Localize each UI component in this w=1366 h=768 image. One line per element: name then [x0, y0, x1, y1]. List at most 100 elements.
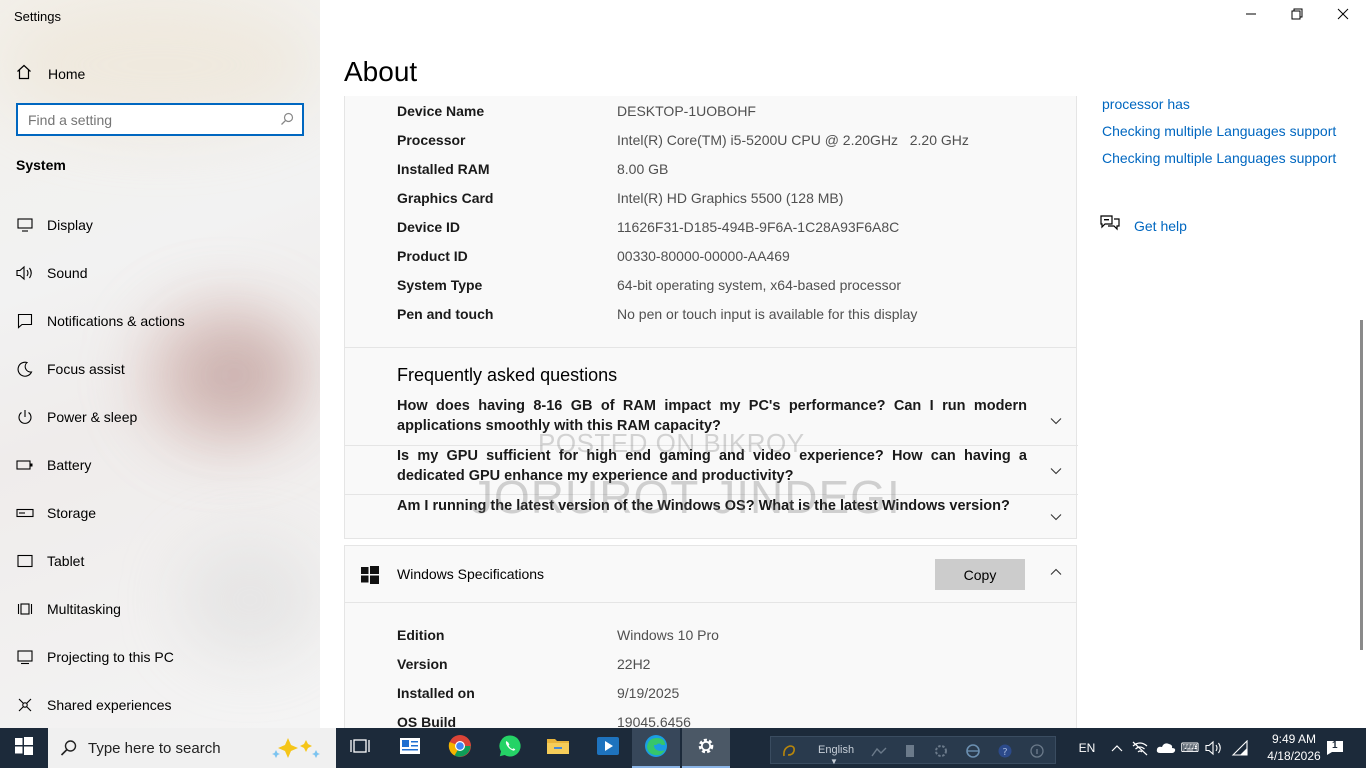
spec-key: Device Name [397, 103, 485, 119]
minimize-button[interactable] [1228, 4, 1274, 28]
taskbar-app-settings[interactable] [682, 728, 730, 768]
spec-value: 22H2 [617, 656, 651, 672]
sidebar-item-label: Sound [47, 265, 88, 281]
section-heading-system: System [16, 157, 66, 173]
sidebar-item-multitasking[interactable]: Multitasking [16, 597, 121, 621]
spec-key: Installed RAM [397, 161, 490, 177]
get-help-label: Get help [1134, 217, 1187, 234]
spec-value: DESKTOP-1UOBOHF [617, 103, 756, 119]
chevron-down-icon[interactable] [1049, 414, 1063, 428]
sidebar-item-sound[interactable]: Sound [16, 261, 87, 285]
taskbar-search-placeholder: Type here to search [88, 739, 221, 757]
taskbar-app-chrome[interactable] [436, 728, 484, 768]
media-player-icon [596, 735, 620, 762]
spec-key: Graphics Card [397, 190, 494, 206]
onedrive-icon[interactable] [1154, 728, 1178, 768]
related-link[interactable]: processor has [1102, 96, 1190, 112]
taskbar: Type here to search English ▼ ? EN ⌨ 9:4… [0, 728, 1366, 768]
windows-specifications-header[interactable]: Windows Specifications Copy [344, 545, 1077, 603]
windows-specifications-body: Edition Windows 10 Pro Version 22H2 Inst… [344, 602, 1077, 730]
sidebar-item-storage[interactable]: Storage [16, 501, 96, 525]
edge-icon [644, 734, 668, 763]
search-highlight-icon [268, 736, 328, 760]
notification-icon: 1 [1326, 740, 1344, 756]
sidebar-item-focus-assist[interactable]: Focus assist [16, 357, 125, 381]
windows-logo-icon [361, 566, 379, 589]
close-button[interactable] [1320, 4, 1366, 28]
close-icon [1337, 7, 1349, 25]
related-link[interactable]: Checking multiple Languages support [1102, 123, 1336, 139]
copy-button[interactable]: Copy [935, 559, 1025, 590]
battery-icon [16, 456, 34, 474]
search-icon [60, 739, 78, 757]
sidebar-item-label: Battery [47, 457, 92, 473]
related-link[interactable]: Checking multiple Languages support [1102, 150, 1336, 166]
spec-value: 64-bit operating system, x64-based proce… [617, 277, 902, 293]
spec-key: Pen and touch [397, 306, 494, 322]
taskbar-app-media[interactable] [584, 728, 632, 768]
restore-button[interactable] [1274, 4, 1320, 28]
focus-assist-icon [16, 360, 34, 378]
wifi-icon[interactable] [1228, 728, 1252, 768]
taskbar-app-whatsapp[interactable] [486, 728, 534, 768]
spec-key: Version [397, 656, 448, 672]
sidebar-item-label: Focus assist [47, 361, 125, 377]
volume-icon[interactable] [1202, 728, 1226, 768]
toolbar-app-icon [781, 743, 797, 764]
watermark-line2: JORUROT JINDEGI [470, 471, 901, 523]
home-nav[interactable]: Home [16, 62, 85, 86]
action-center-button[interactable]: 1 [1320, 728, 1350, 768]
spec-value: 9/19/2025 [617, 685, 680, 701]
taskbar-app-file-explorer[interactable] [534, 728, 582, 768]
sidebar-item-projecting[interactable]: Projecting to this PC [16, 645, 174, 669]
page-title: About [344, 56, 418, 87]
spec-value: Intel(R) HD Graphics 5500 (128 MB) [617, 190, 844, 206]
display-icon [16, 216, 34, 234]
spec-key: System Type [397, 277, 483, 293]
taskbar-app-edge[interactable] [632, 728, 680, 768]
chrome-icon [448, 734, 472, 763]
task-view-button[interactable] [336, 728, 384, 768]
language-toolbar[interactable]: English ▼ ? [770, 736, 1056, 766]
multitasking-icon [16, 600, 34, 618]
sidebar-item-label: Multitasking [47, 601, 121, 617]
chevron-up-icon[interactable] [1049, 565, 1063, 579]
sidebar-item-notifications[interactable]: Notifications & actions [16, 309, 185, 333]
get-help-link[interactable]: Get help [1100, 214, 1187, 237]
sidebar-item-battery[interactable]: Battery [16, 453, 91, 477]
spec-value: Windows 10 Pro [617, 627, 719, 643]
app-title: Settings [14, 9, 61, 24]
sidebar-item-label: Tablet [47, 553, 85, 569]
find-setting-search[interactable] [16, 103, 304, 136]
sidebar-item-label: Shared experiences [47, 697, 172, 713]
faq-title: Frequently asked questions [397, 365, 618, 385]
chevron-down-icon[interactable] [1049, 510, 1063, 524]
sidebar-item-tablet[interactable]: Tablet [16, 549, 84, 573]
show-hidden-icons-button[interactable] [1106, 728, 1128, 768]
find-setting-input[interactable] [18, 111, 268, 128]
home-icon [16, 64, 32, 85]
taskbar-search-box[interactable]: Type here to search [48, 728, 336, 768]
sidebar-item-shared-experiences[interactable]: Shared experiences [16, 693, 172, 717]
spec-key: Device ID [397, 219, 461, 235]
ime-icon[interactable]: ⌨ [1178, 728, 1202, 768]
spec-key: Processor [397, 132, 466, 148]
network-off-icon[interactable] [1128, 728, 1152, 768]
sidebar-item-label: Projecting to this PC [47, 649, 174, 665]
start-button[interactable] [0, 728, 48, 768]
tablet-icon [16, 552, 34, 570]
sidebar-item-label: Storage [47, 505, 97, 521]
sidebar-item-power-sleep[interactable]: Power & sleep [16, 405, 137, 429]
home-label: Home [48, 66, 86, 82]
language-widget-label: English [818, 744, 855, 756]
windows-specifications-title: Windows Specifications [397, 566, 545, 582]
sidebar-item-display[interactable]: Display [16, 213, 93, 237]
folder-icon [546, 736, 570, 761]
taskbar-app-news[interactable] [386, 728, 434, 768]
windows-start-icon [15, 736, 33, 760]
chevron-down-icon[interactable] [1049, 464, 1063, 478]
input-language-indicator[interactable]: EN [1074, 728, 1100, 768]
scrollbar-thumb[interactable] [1360, 320, 1363, 650]
dropdown-arrow-icon: ▼ [830, 757, 838, 766]
toolbar-gear-icon [933, 743, 949, 764]
